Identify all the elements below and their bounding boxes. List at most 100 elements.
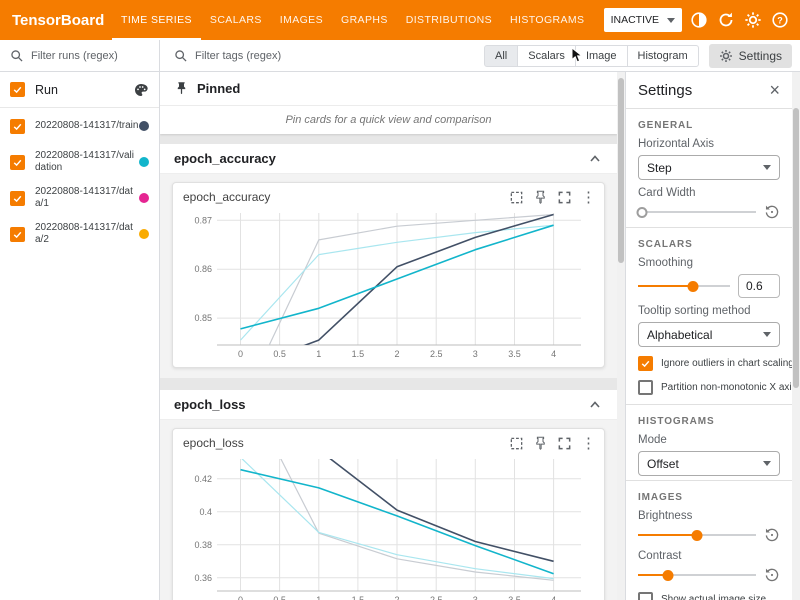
- filter-runs-placeholder: Filter runs (regex): [31, 50, 118, 62]
- svg-text:2.5: 2.5: [430, 595, 443, 600]
- run-row-data-2[interactable]: 20220808-141317/data/2: [0, 216, 159, 252]
- run-color-dot[interactable]: [139, 157, 149, 167]
- reset-brightness-icon[interactable]: [764, 527, 780, 543]
- ignore-outliers-label: Ignore outliers in chart scaling: [661, 358, 792, 369]
- pin-icon: [174, 81, 189, 96]
- status-dropdown[interactable]: INACTIVE: [604, 8, 682, 32]
- chevron-down-icon: [763, 461, 771, 466]
- more-options-icon[interactable]: ⋮: [581, 436, 596, 451]
- status-value: INACTIVE: [611, 14, 659, 26]
- tab-graphs[interactable]: GRAPHS: [332, 0, 397, 40]
- chevron-up-icon[interactable]: [587, 151, 603, 167]
- app-body: Run 20220808-141317/train 20220808-14131…: [0, 72, 800, 600]
- tooltip-sort-label: Tooltip sorting method: [638, 305, 780, 317]
- svg-text:2.5: 2.5: [430, 349, 443, 359]
- card-width-slider[interactable]: [638, 205, 756, 219]
- run-color-dot[interactable]: [139, 229, 149, 239]
- filter-runs-input[interactable]: Filter runs (regex): [0, 40, 160, 71]
- filter-image-button[interactable]: Image: [575, 45, 628, 67]
- run-checkbox[interactable]: [10, 191, 25, 206]
- run-checkbox[interactable]: [10, 155, 25, 170]
- scrollbar-thumb[interactable]: [793, 108, 799, 388]
- settings-panel: Settings × GENERAL Horizontal Axis Step …: [625, 72, 792, 600]
- tooltip-sort-select[interactable]: Alphabetical: [638, 322, 780, 347]
- run-row-data-1[interactable]: 20220808-141317/data/1: [0, 180, 159, 216]
- tab-time-series[interactable]: TIME SERIES: [112, 0, 201, 40]
- smoothing-slider[interactable]: [638, 279, 730, 293]
- filter-tags-placeholder: Filter tags (regex): [195, 50, 281, 62]
- brightness-label: Brightness: [638, 510, 780, 522]
- brightness-slider[interactable]: [638, 528, 756, 542]
- pin-card-icon[interactable]: [533, 436, 548, 451]
- chevron-up-icon[interactable]: [587, 397, 603, 413]
- show-actual-size-checkbox[interactable]: [638, 592, 653, 600]
- contrast-icon[interactable]: [689, 10, 709, 30]
- epoch-loss-chart[interactable]: 00.511.522.533.540.360.380.40.42: [173, 453, 591, 600]
- reset-contrast-icon[interactable]: [764, 567, 780, 583]
- svg-text:2: 2: [394, 349, 399, 359]
- gear-icon[interactable]: [743, 10, 763, 30]
- filter-scalars-button[interactable]: Scalars: [517, 45, 576, 67]
- fullscreen-icon[interactable]: [557, 190, 572, 205]
- slider-thumb[interactable]: [662, 570, 673, 581]
- tab-distributions[interactable]: DISTRIBUTIONS: [397, 0, 501, 40]
- partition-x-checkbox[interactable]: [638, 380, 653, 395]
- svg-text:1.5: 1.5: [352, 595, 365, 600]
- tab-histograms[interactable]: HISTOGRAMS: [501, 0, 593, 40]
- horizontal-axis-select[interactable]: Step: [638, 155, 780, 180]
- svg-text:3: 3: [473, 349, 478, 359]
- section-header[interactable]: epoch_accuracy: [160, 144, 617, 174]
- partition-x-row: Partition non-monotonic X axis: [638, 380, 780, 395]
- settings-header: Settings ×: [638, 72, 780, 108]
- main-scrollbar[interactable]: [617, 72, 625, 600]
- help-icon[interactable]: ?: [770, 10, 790, 30]
- run-checkbox[interactable]: [10, 227, 25, 242]
- slider-thumb[interactable]: [688, 281, 699, 292]
- filter-histogram-button[interactable]: Histogram: [627, 45, 699, 67]
- run-row-train[interactable]: 20220808-141317/train: [0, 108, 159, 144]
- svg-text:4: 4: [551, 595, 556, 600]
- tab-scalars[interactable]: SCALARS: [201, 0, 271, 40]
- chevron-down-icon: [667, 18, 675, 23]
- svg-text:0.5: 0.5: [273, 595, 286, 600]
- card-width-row: [638, 204, 780, 220]
- settings-scrollbar[interactable]: [792, 72, 800, 600]
- tab-images[interactable]: IMAGES: [271, 0, 332, 40]
- run-checkbox[interactable]: [10, 119, 25, 134]
- palette-icon[interactable]: [133, 82, 149, 98]
- scalars-heading: SCALARS: [638, 239, 780, 250]
- slider-thumb[interactable]: [636, 207, 647, 218]
- close-icon[interactable]: ×: [769, 81, 780, 99]
- card-width-label: Card Width: [638, 187, 780, 199]
- slider-thumb[interactable]: [692, 530, 703, 541]
- select-all-runs-checkbox[interactable]: [10, 82, 25, 97]
- more-options-icon[interactable]: ⋮: [581, 190, 596, 205]
- contrast-slider[interactable]: [638, 568, 756, 582]
- scrollbar-thumb[interactable]: [618, 78, 624, 263]
- reset-card-width-icon[interactable]: [764, 204, 780, 220]
- divider: [626, 404, 792, 405]
- pin-card-icon[interactable]: [533, 190, 548, 205]
- fit-domain-icon[interactable]: [509, 436, 524, 451]
- app-logo[interactable]: TensorBoard: [12, 0, 112, 40]
- histogram-mode-select[interactable]: Offset: [638, 451, 780, 476]
- run-color-dot[interactable]: [139, 193, 149, 203]
- svg-text:0.4: 0.4: [199, 507, 212, 517]
- section-header[interactable]: epoch_loss: [160, 390, 617, 420]
- svg-text:0.36: 0.36: [194, 573, 212, 583]
- pinned-title: Pinned: [197, 81, 240, 96]
- smoothing-input[interactable]: 0.6: [738, 274, 780, 298]
- run-color-dot[interactable]: [139, 121, 149, 131]
- fullscreen-icon[interactable]: [557, 436, 572, 451]
- chevron-down-icon: [763, 165, 771, 170]
- fit-domain-icon[interactable]: [509, 190, 524, 205]
- refresh-icon[interactable]: [716, 10, 736, 30]
- filter-tags-input[interactable]: Filter tags (regex): [174, 49, 281, 63]
- pinned-header[interactable]: Pinned: [160, 72, 617, 106]
- epoch-accuracy-chart[interactable]: 00.511.522.533.540.850.860.87: [173, 207, 591, 363]
- ignore-outliers-checkbox[interactable]: [638, 356, 653, 371]
- settings-button[interactable]: Settings: [709, 44, 792, 68]
- run-label: 20220808-141317/validation: [35, 150, 139, 175]
- run-row-validation[interactable]: 20220808-141317/validation: [0, 144, 159, 180]
- filter-all-button[interactable]: All: [484, 45, 518, 67]
